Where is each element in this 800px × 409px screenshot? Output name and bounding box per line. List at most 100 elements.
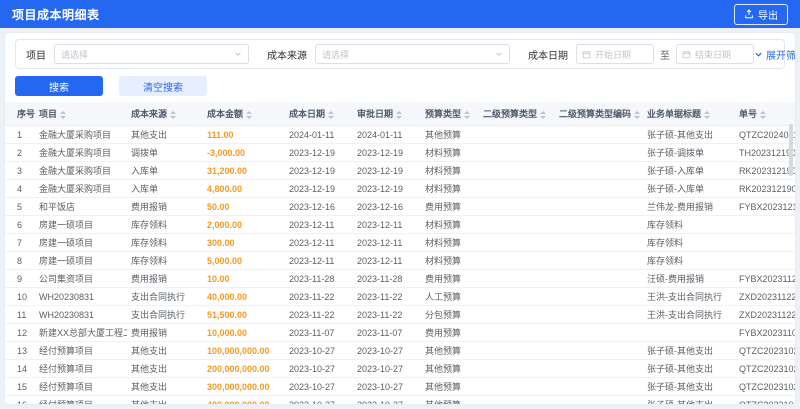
table-scrollbar[interactable] xyxy=(789,124,793,400)
table-cell: 金融大厦采购项目 xyxy=(35,161,127,180)
column-header-label: 成本金额 xyxy=(207,109,244,119)
calendar-icon xyxy=(682,50,691,59)
start-date-input[interactable]: 开始日期 xyxy=(576,44,654,64)
table-cell xyxy=(555,305,643,324)
column-header-label: 业务单据标题 xyxy=(647,109,702,119)
cost-source-select-placeholder: 请选择 xyxy=(322,49,350,60)
table-cell: 费用预算 xyxy=(421,323,479,342)
filter-bar: 项目 请选择 成本来源 请选择 成本日期 开始日期 至 结束日期 展开筛 xyxy=(15,39,795,69)
sort-icon[interactable] xyxy=(246,110,253,119)
export-button[interactable]: 导出 xyxy=(734,3,788,25)
table-cell: WH20230831 xyxy=(35,287,127,306)
sort-icon[interactable] xyxy=(540,110,547,119)
column-header-label: 预算类型 xyxy=(425,109,462,119)
table-row: 13 经付预算项目 其他支出 100,000,000.00 2023-10-27 2023… xyxy=(5,341,795,360)
table-cell: 费用预算 xyxy=(421,197,479,216)
table-cell xyxy=(479,269,555,288)
column-header[interactable]: 成本金额 xyxy=(203,102,285,126)
table-cell: QTZC20231027002 xyxy=(735,377,795,396)
project-select[interactable]: 请选择 xyxy=(54,44,249,64)
end-date-input[interactable]: 结束日期 xyxy=(676,44,754,64)
column-header[interactable]: 项目 xyxy=(35,102,127,126)
table-cell: 400,000,000.00 xyxy=(203,395,285,404)
cost-source-select[interactable]: 请选择 xyxy=(315,44,510,64)
column-header[interactable]: 预算类型 xyxy=(421,102,479,126)
table-cell: 5 xyxy=(5,197,35,216)
sort-icon[interactable] xyxy=(704,110,711,119)
table-cell: 2023-10-27 xyxy=(353,341,421,360)
column-header[interactable]: 成本日期 xyxy=(285,102,353,126)
table-cell: 4,800.00 xyxy=(203,179,285,198)
table-cell: 其他支出 xyxy=(127,341,203,360)
table-cell: ZXD20231122001 xyxy=(735,305,795,324)
table-cell: 2023-12-11 xyxy=(353,215,421,234)
table-cell: 材料预算 xyxy=(421,215,479,234)
table-cell: RK20231219002 xyxy=(735,179,795,198)
table-cell: 入库单 xyxy=(127,161,203,180)
table-cell: RK20231219003 xyxy=(735,161,795,180)
expand-filter-link[interactable]: 展开筛选 xyxy=(754,47,795,62)
column-header[interactable]: 单号 xyxy=(735,102,795,126)
table-cell xyxy=(479,215,555,234)
scrollbar-thumb[interactable] xyxy=(789,124,793,176)
column-header[interactable]: 成本来源 xyxy=(127,102,203,126)
end-date-placeholder: 结束日期 xyxy=(695,49,732,60)
table-cell: 金融大厦采购项目 xyxy=(35,125,127,144)
cost-source-filter-label: 成本来源 xyxy=(267,50,307,62)
cost-detail-table: 序号 项目 成本来源 成本金额 成本日期 审批日期 预算类型 二级预算类型 二级预算类型编码 业务… xyxy=(5,102,795,404)
clear-search-button[interactable]: 清空搜索 xyxy=(119,76,207,96)
sort-icon[interactable] xyxy=(760,110,767,119)
chevron-down-icon xyxy=(754,50,763,59)
table-cell xyxy=(555,359,643,378)
table-cell: 材料预算 xyxy=(421,233,479,252)
table-cell: 2023-12-19 xyxy=(285,161,353,180)
table-body: 1 金融大厦采购项目 其他支出 111.00 2024-01-11 2024-01-11 其… xyxy=(5,125,795,404)
table-cell: -3,000.00 xyxy=(203,143,285,162)
table-cell: 2023-10-27 xyxy=(285,359,353,378)
table-cell: 张子硕-入库单 xyxy=(643,161,735,180)
sort-icon[interactable] xyxy=(396,110,403,119)
table-cell xyxy=(555,161,643,180)
table-row: 4 金融大厦采购项目 入库单 4,800.00 2023-12-19 2023-12-19… xyxy=(5,179,795,198)
table-cell: 11 xyxy=(5,305,35,324)
table-cell: 兰伟龙-费用报销 xyxy=(643,197,735,216)
column-header[interactable]: 二级预算类型编码 xyxy=(555,102,643,126)
sort-icon[interactable] xyxy=(464,110,471,119)
table-cell xyxy=(735,215,795,234)
table-row: 8 房建一硕项目 库存领料 5,000.00 2023-12-11 2023-12-11 材… xyxy=(5,251,795,270)
column-header-label: 成本日期 xyxy=(289,109,326,119)
table-cell xyxy=(479,287,555,306)
table-row: 5 和平饭店 费用报销 50.00 2023-12-16 2023-12-16 费用预算 兰伟… xyxy=(5,197,795,216)
column-header-label: 项目 xyxy=(39,109,58,119)
table-cell xyxy=(479,341,555,360)
sort-icon[interactable] xyxy=(60,110,67,119)
table-cell: 100,000,000.00 xyxy=(203,341,285,360)
table-cell xyxy=(479,305,555,324)
table-row: 1 金融大厦采购项目 其他支出 111.00 2024-01-11 2024-01-11 其… xyxy=(5,125,795,144)
sort-icon[interactable] xyxy=(170,110,177,119)
column-header[interactable]: 序号 xyxy=(5,102,35,126)
column-header[interactable]: 二级预算类型 xyxy=(479,102,555,126)
column-header[interactable]: 审批日期 xyxy=(353,102,421,126)
table-cell: 2023-10-27 xyxy=(353,377,421,396)
table-cell: 其他预算 xyxy=(421,341,479,360)
cost-source-filter: 成本来源 请选择 xyxy=(267,44,510,64)
search-button[interactable]: 搜索 xyxy=(15,76,103,96)
table-cell: 2023-10-27 xyxy=(285,341,353,360)
expand-filter-label: 展开筛选 xyxy=(766,50,795,62)
table-cell: 费用报销 xyxy=(127,323,203,342)
table-cell: 1 xyxy=(5,125,35,144)
table-cell: 张子硕-其他支出 xyxy=(643,359,735,378)
table-cell: 2023-11-22 xyxy=(285,287,353,306)
column-header[interactable]: 业务单据标题 xyxy=(643,102,735,126)
sort-icon[interactable] xyxy=(634,110,641,119)
column-header-label: 序号 xyxy=(17,109,35,119)
table-cell: 2023-12-19 xyxy=(285,179,353,198)
sort-icon[interactable] xyxy=(328,110,335,119)
table-cell: 王洪-支出合同执行 xyxy=(643,305,735,324)
table-cell: 金融大厦采购项目 xyxy=(35,143,127,162)
table-cell: 其他预算 xyxy=(421,359,479,378)
table-cell: 房建一硕项目 xyxy=(35,215,127,234)
table-cell xyxy=(555,287,643,306)
table-cell: 其他支出 xyxy=(127,125,203,144)
